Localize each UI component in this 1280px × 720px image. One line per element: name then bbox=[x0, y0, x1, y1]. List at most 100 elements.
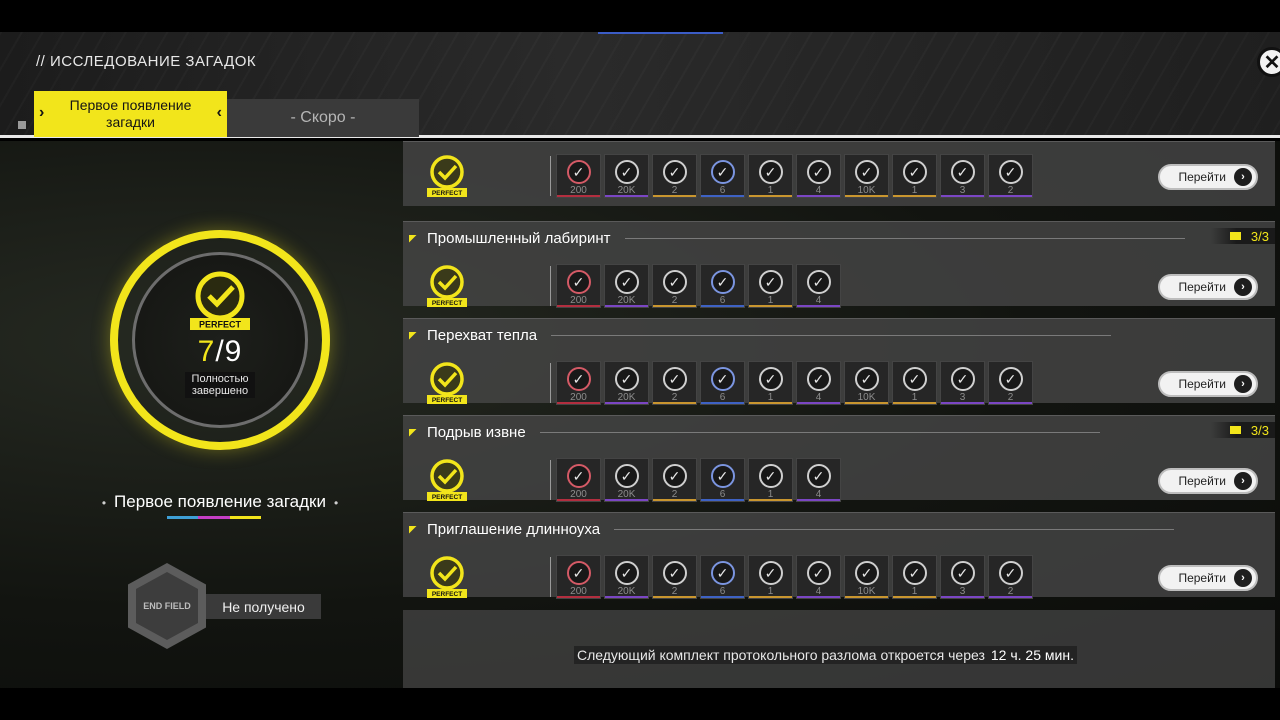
reward-list: ✓ 200 ✓ 20K ✓ 2 ✓ 6 ✓ 1 ✓ 4 bbox=[556, 264, 841, 308]
reward-tile[interactable]: ✓ 2 bbox=[652, 154, 697, 198]
divider bbox=[624, 238, 1185, 239]
reward-tile[interactable]: ✓ 200 bbox=[556, 555, 601, 599]
reward-tile[interactable]: ✓ 6 bbox=[700, 154, 745, 198]
reward-tile[interactable]: ✓ 3 bbox=[940, 555, 985, 599]
reward-amount: 3 bbox=[959, 392, 966, 403]
reward-tile[interactable]: ✓ 1 bbox=[748, 458, 793, 502]
reward-amount: 200 bbox=[570, 185, 587, 196]
reward-tile[interactable]: ✓ 1 bbox=[748, 361, 793, 405]
go-button-label: Перейти bbox=[1178, 170, 1226, 184]
reward-tile[interactable]: ✓ 1 bbox=[892, 361, 937, 405]
check-icon: ✓ bbox=[614, 270, 639, 294]
reward-tile[interactable]: ✓ 2 bbox=[652, 458, 697, 502]
check-icon: ✓ bbox=[806, 464, 831, 488]
reward-amount: 20K bbox=[617, 185, 636, 196]
tab-first-appearance[interactable]: › Первое появление загадки ‹ bbox=[34, 91, 227, 137]
reward-tile[interactable]: ✓ 4 bbox=[796, 361, 841, 405]
puzzle-name: Перехват тепла bbox=[427, 327, 538, 344]
reward-amount: 20K bbox=[617, 586, 636, 597]
top-accent-line bbox=[598, 32, 723, 34]
puzzle-name: Промышленный лабиринт bbox=[427, 230, 611, 247]
check-icon: ✓ bbox=[710, 160, 735, 184]
perfect-badge-icon: PERFECT bbox=[427, 459, 467, 501]
reward-tile[interactable]: ✓ 10K bbox=[844, 361, 889, 405]
reward-tile[interactable]: ✓ 1 bbox=[748, 264, 793, 308]
reward-tile[interactable]: ✓ 10K bbox=[844, 555, 889, 599]
check-icon: ✓ bbox=[758, 561, 783, 585]
reward-tile[interactable]: ✓ 20K bbox=[604, 555, 649, 599]
reward-tile[interactable]: ✓ 6 bbox=[700, 555, 745, 599]
check-icon: ✓ bbox=[806, 270, 831, 294]
reward-amount: 200 bbox=[570, 295, 587, 306]
reward-tile[interactable]: ✓ 200 bbox=[556, 154, 601, 198]
check-icon: ✓ bbox=[758, 270, 783, 294]
reward-tile[interactable]: ✓ 4 bbox=[796, 458, 841, 502]
reward-tile[interactable]: ✓ 1 bbox=[748, 555, 793, 599]
flag-icon bbox=[409, 234, 417, 243]
reward-amount: 4 bbox=[815, 586, 822, 597]
reward-amount: 1 bbox=[767, 586, 774, 597]
go-button[interactable]: Перейти › bbox=[1158, 274, 1258, 300]
tab-soon[interactable]: - Скоро - bbox=[227, 99, 419, 137]
divider bbox=[614, 529, 1175, 530]
check-icon: ✓ bbox=[902, 160, 927, 184]
go-button-label: Перейти bbox=[1178, 474, 1226, 488]
reward-tile[interactable]: ✓ 2 bbox=[988, 361, 1033, 405]
puzzle-row: Приглашение длинноуха PERFECT ✓ 200 ✓ 20K ✓ 2 ✓ 6… bbox=[403, 512, 1275, 599]
check-icon: ✓ bbox=[806, 561, 831, 585]
flag-icon bbox=[409, 428, 417, 437]
check-icon: ✓ bbox=[662, 464, 687, 488]
reward-amount: 2 bbox=[1007, 586, 1014, 597]
perfect-badge-icon: PERFECT bbox=[190, 271, 250, 330]
reward-amount: 4 bbox=[815, 185, 822, 196]
reward-amount: 200 bbox=[570, 392, 587, 403]
reward-tile[interactable]: ✓ 4 bbox=[796, 264, 841, 308]
reward-tile[interactable]: ✓ 3 bbox=[940, 154, 985, 198]
reward-tile[interactable]: ✓ 4 bbox=[796, 154, 841, 198]
reward-tile[interactable]: ✓ 20K bbox=[604, 264, 649, 308]
reward-tile[interactable]: ✓ 1 bbox=[892, 555, 937, 599]
reward-tile[interactable]: ✓ 20K bbox=[604, 458, 649, 502]
perfect-badge-label: PERFECT bbox=[199, 320, 242, 330]
reward-amount: 6 bbox=[719, 295, 726, 306]
reward-tile[interactable]: ✓ 200 bbox=[556, 264, 601, 308]
reward-tile[interactable]: ✓ 4 bbox=[796, 555, 841, 599]
reward-tile[interactable]: ✓ 6 bbox=[700, 361, 745, 405]
reward-amount: 200 bbox=[570, 489, 587, 500]
go-button[interactable]: Перейти › bbox=[1158, 565, 1258, 591]
reward-tile[interactable]: ✓ 20K bbox=[604, 154, 649, 198]
reward-tile[interactable]: ✓ 1 bbox=[892, 154, 937, 198]
reward-amount: 2 bbox=[671, 586, 678, 597]
reward-tile[interactable]: ✓ 2 bbox=[988, 555, 1033, 599]
reward-tile[interactable]: ✓ 6 bbox=[700, 264, 745, 308]
section-title: // ИССЛЕДОВАНИЕ ЗАГАДОК bbox=[36, 53, 257, 70]
go-button-label: Перейти bbox=[1178, 377, 1226, 391]
reward-tile[interactable]: ✓ 2 bbox=[652, 361, 697, 405]
go-button[interactable]: Перейти › bbox=[1158, 468, 1258, 494]
close-button[interactable]: ✕ bbox=[1257, 47, 1280, 77]
check-icon: ✓ bbox=[758, 464, 783, 488]
perfect-badge-label: PERFECT bbox=[432, 190, 462, 197]
arrow-right-icon: › bbox=[1234, 375, 1252, 393]
perfect-badge-label: PERFECT bbox=[432, 397, 462, 404]
reward-tile[interactable]: ✓ 1 bbox=[748, 154, 793, 198]
reward-tile[interactable]: ✓ 200 bbox=[556, 361, 601, 405]
puzzle-row-header: Приглашение длинноуха bbox=[409, 521, 1175, 538]
reward-amount: 4 bbox=[815, 392, 822, 403]
go-button[interactable]: Перейти › bbox=[1158, 164, 1258, 190]
reward-tile[interactable]: ✓ 2 bbox=[652, 555, 697, 599]
check-icon: ✓ bbox=[662, 561, 687, 585]
reward-amount: 1 bbox=[911, 185, 918, 196]
reward-tile[interactable]: ✓ 3 bbox=[940, 361, 985, 405]
reward-tile[interactable]: ✓ 20K bbox=[604, 361, 649, 405]
separator bbox=[550, 363, 551, 403]
reward-tile[interactable]: ✓ 2 bbox=[652, 264, 697, 308]
reward-tile[interactable]: ✓ 200 bbox=[556, 458, 601, 502]
reward-tile[interactable]: ✓ 6 bbox=[700, 458, 745, 502]
reward-amount: 200 bbox=[570, 586, 587, 597]
reward-amount: 1 bbox=[767, 392, 774, 403]
go-button[interactable]: Перейти › bbox=[1158, 371, 1258, 397]
reward-tile[interactable]: ✓ 10K bbox=[844, 154, 889, 198]
arrow-right-icon: › bbox=[1234, 472, 1252, 490]
reward-tile[interactable]: ✓ 2 bbox=[988, 154, 1033, 198]
